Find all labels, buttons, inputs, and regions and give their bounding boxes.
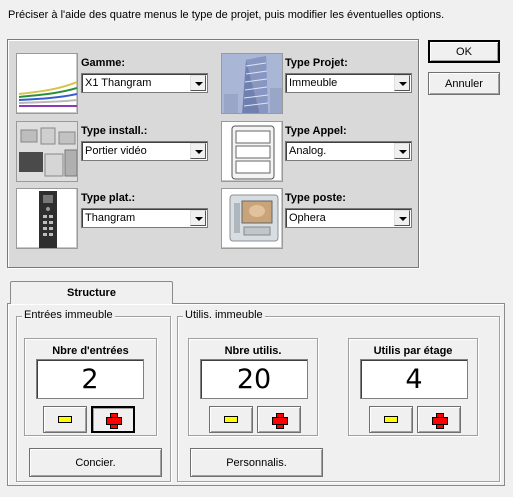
type-plat-value: Thangram [85, 212, 136, 224]
entrees-increment-button[interactable] [91, 406, 135, 433]
type-projet-select[interactable]: Immeuble [285, 73, 412, 93]
video-intercom-kit-image [16, 121, 78, 182]
chevron-down-icon[interactable] [190, 143, 206, 159]
type-projet-label: Type Projet: [285, 57, 348, 69]
utilis-par-etage-increment-button[interactable] [417, 406, 461, 433]
entrees-count-display: 2 [36, 359, 144, 399]
personnalis-button[interactable]: Personnalis. [190, 448, 323, 477]
instruction-text: Préciser à l'aide des quatre menus le ty… [8, 9, 445, 21]
utilis-par-etage-decrement-button[interactable] [369, 406, 413, 433]
utilis-par-etage-counter: Utilis par étage 4 [348, 338, 478, 436]
project-type-panel: Gamme: X1 Thangram Type Projet: Immeuble [7, 39, 419, 268]
utilis-count-display: 20 [200, 359, 308, 399]
type-install-value: Portier vidéo [85, 145, 147, 157]
door-panel-image [16, 188, 78, 249]
type-poste-value: Ophera [289, 212, 326, 224]
minus-icon [384, 416, 398, 423]
utilis-par-etage-display: 4 [360, 359, 468, 399]
type-install-label: Type install.: [81, 125, 148, 137]
building-image [221, 53, 283, 114]
type-plat-select[interactable]: Thangram [81, 208, 208, 228]
type-plat-label: Type plat.: [81, 192, 136, 204]
type-appel-select[interactable]: Analog. [285, 141, 412, 161]
chevron-down-icon[interactable] [394, 75, 410, 91]
video-monitor-image [221, 188, 283, 249]
type-projet-value: Immeuble [289, 77, 338, 89]
chevron-down-icon[interactable] [190, 210, 206, 226]
chevron-down-icon[interactable] [190, 75, 206, 91]
minus-icon [224, 416, 238, 423]
utilis-decrement-button[interactable] [209, 406, 253, 433]
utilis-counter-title: Nbre utilis. [224, 345, 282, 357]
entrees-decrement-button[interactable] [43, 406, 87, 433]
type-appel-value: Analog. [289, 145, 327, 157]
type-poste-select[interactable]: Ophera [285, 208, 412, 228]
gamme-label: Gamme: [81, 57, 126, 69]
utilis-immeuble-group: Utilis. immeuble Nbre utilis. 20 Utilis … [177, 309, 500, 482]
concier-button[interactable]: Concier. [29, 448, 162, 477]
utilis-increment-button[interactable] [257, 406, 301, 433]
entrees-counter: Nbre d'entrées 2 [24, 338, 157, 436]
cancel-button[interactable]: Annuler [428, 72, 500, 95]
plus-icon [106, 412, 122, 429]
gamme-select[interactable]: X1 Thangram [81, 73, 208, 93]
utilis-immeuble-legend: Utilis. immeuble [183, 309, 265, 321]
entrees-immeuble-legend: Entrées immeuble [22, 309, 115, 321]
call-panel-image [221, 121, 283, 182]
cable-image [16, 53, 78, 114]
structure-tab-panel: Entrées immeuble Nbre d'entrées 2 Concie… [7, 303, 505, 486]
type-poste-label: Type poste: [285, 192, 346, 204]
chevron-down-icon[interactable] [394, 210, 410, 226]
tab-structure[interactable]: Structure [10, 281, 173, 304]
type-install-select[interactable]: Portier vidéo [81, 141, 208, 161]
utilis-counter: Nbre utilis. 20 [188, 338, 318, 436]
entrees-immeuble-group: Entrées immeuble Nbre d'entrées 2 Concie… [16, 309, 171, 482]
plus-icon [432, 412, 448, 429]
chevron-down-icon[interactable] [394, 143, 410, 159]
entrees-counter-title: Nbre d'entrées [52, 345, 129, 357]
plus-icon [272, 412, 288, 429]
utilis-par-etage-title: Utilis par étage [373, 345, 453, 357]
minus-icon [58, 416, 72, 423]
ok-button[interactable]: OK [428, 40, 500, 63]
type-appel-label: Type Appel: [285, 125, 347, 137]
gamme-value: X1 Thangram [85, 77, 152, 89]
